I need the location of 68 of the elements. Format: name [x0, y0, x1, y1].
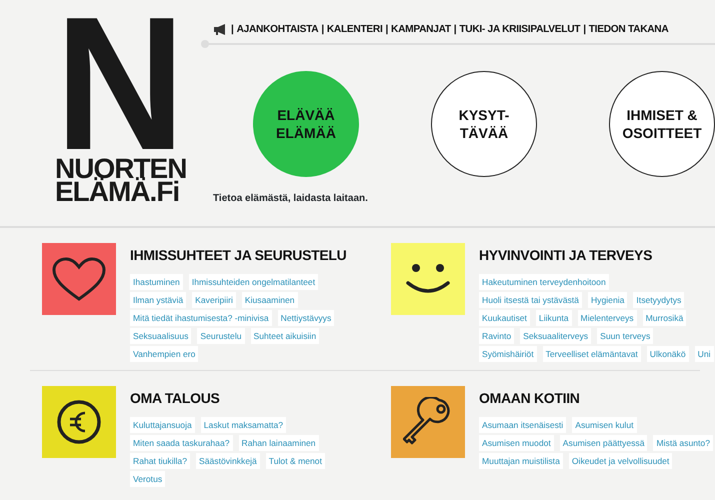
- nav-separator: |: [385, 23, 388, 37]
- topic-link[interactable]: Kiusaaminen: [242, 292, 298, 308]
- topic-link[interactable]: Muuttajan muistilista: [479, 453, 563, 469]
- topic-link[interactable]: Rahan lainaaminen: [238, 435, 319, 451]
- nav-link[interactable]: KAMPANJAT: [391, 22, 451, 38]
- category-image[interactable]: [391, 386, 465, 458]
- nav-link[interactable]: TUKI- JA KRIISIPALVELUT: [459, 22, 580, 38]
- topic-link[interactable]: Ihmissuhteiden ongelmatilanteet: [188, 274, 318, 290]
- topic-link[interactable]: Mielenterveys: [578, 310, 637, 326]
- category-image[interactable]: [42, 386, 116, 458]
- topic-link[interactable]: Ravinto: [479, 328, 514, 344]
- topic-link[interactable]: Miten saada taskurahaa?: [130, 435, 233, 451]
- section-title[interactable]: IHMISSUHTEET JA SEURUSTELU: [130, 245, 348, 266]
- topic-link[interactable]: Liikunta: [536, 310, 572, 326]
- megaphone-icon: [213, 24, 228, 36]
- topic-link[interactable]: Vanhempien ero: [130, 346, 198, 362]
- logo-letter[interactable]: N: [55, 14, 178, 154]
- smiley-icon: [406, 263, 450, 295]
- topic-link[interactable]: Uni: [694, 346, 714, 362]
- topic-link[interactable]: Hygienia: [588, 292, 628, 308]
- topic-link[interactable]: Kuluttajansuoja: [130, 417, 195, 433]
- topic-link[interactable]: Laskut maksamatta?: [200, 417, 286, 433]
- topic-link[interactable]: Asumisen päättyessä: [560, 435, 648, 451]
- nav-link[interactable]: TIEDON TAKANA: [588, 22, 668, 38]
- topic-link[interactable]: Huoli itsestä tai ystävästä: [479, 292, 582, 308]
- topic-link[interactable]: Säästövinkkejä: [196, 453, 260, 469]
- nav-separator: |: [231, 23, 234, 37]
- category-image[interactable]: [391, 243, 465, 315]
- topic-link[interactable]: Mistä asunto?: [653, 435, 713, 451]
- nav-separator: |: [583, 23, 586, 37]
- topic-link[interactable]: Oikeudet ja velvollisuudet: [568, 453, 672, 469]
- topic-link[interactable]: Asumisen kulut: [572, 417, 636, 433]
- topic-link[interactable]: Asumaan itsenäisesti: [479, 417, 566, 433]
- topic-link[interactable]: Itsetyydytys: [633, 292, 684, 308]
- topic-link[interactable]: Nettiystävyys: [278, 310, 334, 326]
- circle-link[interactable]: IHMISET & OSOITTEET: [609, 71, 715, 178]
- circle-link[interactable]: ELÄVÄÄ ELÄMÄÄ: [253, 71, 359, 178]
- circle-link[interactable]: KYSYT- TÄVÄÄ: [431, 71, 537, 178]
- topic-link[interactable]: Syömishäiriöt: [479, 346, 537, 362]
- topic-link[interactable]: Tulot & menot: [266, 453, 325, 469]
- topic-link[interactable]: Rahat tiukilla?: [130, 453, 190, 469]
- topic-link[interactable]: Seksuaaliterveys: [520, 328, 592, 344]
- tagline: Tietoa elämästä, laidasta laitaan.: [212, 192, 369, 206]
- topic-link[interactable]: Mitä tiedät ihastumisesta? -minivisa: [130, 310, 272, 326]
- heart-icon: [52, 257, 106, 301]
- euro-coin-icon: [56, 399, 102, 445]
- topic-link[interactable]: Hakeutuminen terveydenhoitoon: [479, 274, 609, 290]
- topic-link[interactable]: Ilman ystäviä: [130, 292, 186, 308]
- nav-separator: |: [321, 23, 324, 37]
- section-title[interactable]: OMA TALOUS: [130, 388, 348, 409]
- topic-link[interactable]: Asumisen muodot: [479, 435, 554, 451]
- section-title[interactable]: HYVINVOINTI JA TERVEYS: [479, 245, 715, 266]
- topic-link[interactable]: Verotus: [130, 471, 166, 487]
- nav-link[interactable]: KALENTERI: [326, 22, 382, 38]
- topic-link[interactable]: Murrosikä: [642, 310, 686, 326]
- topic-link[interactable]: Kuukautiset: [479, 310, 530, 326]
- topic-link[interactable]: Suhteet aikuisiin: [250, 328, 320, 344]
- topic-link[interactable]: Kaveripiiri: [192, 292, 236, 308]
- nav-link[interactable]: AJANKOHTAISTA: [236, 22, 318, 38]
- topic-link[interactable]: Seurustelu: [197, 328, 245, 344]
- topic-link[interactable]: Ulkonäkö: [646, 346, 689, 362]
- topic-link[interactable]: Suun terveys: [597, 328, 654, 344]
- nav-separator: |: [454, 23, 456, 37]
- topic-link[interactable]: Seksuaalisuus: [130, 328, 192, 344]
- topic-link[interactable]: Terveelliset elämäntavat: [542, 346, 641, 362]
- section-title[interactable]: OMAAN KOTIIN: [479, 388, 715, 409]
- logo-text[interactable]: NUORTEN: [55, 157, 186, 180]
- topic-link[interactable]: Ihastuminen: [130, 274, 183, 290]
